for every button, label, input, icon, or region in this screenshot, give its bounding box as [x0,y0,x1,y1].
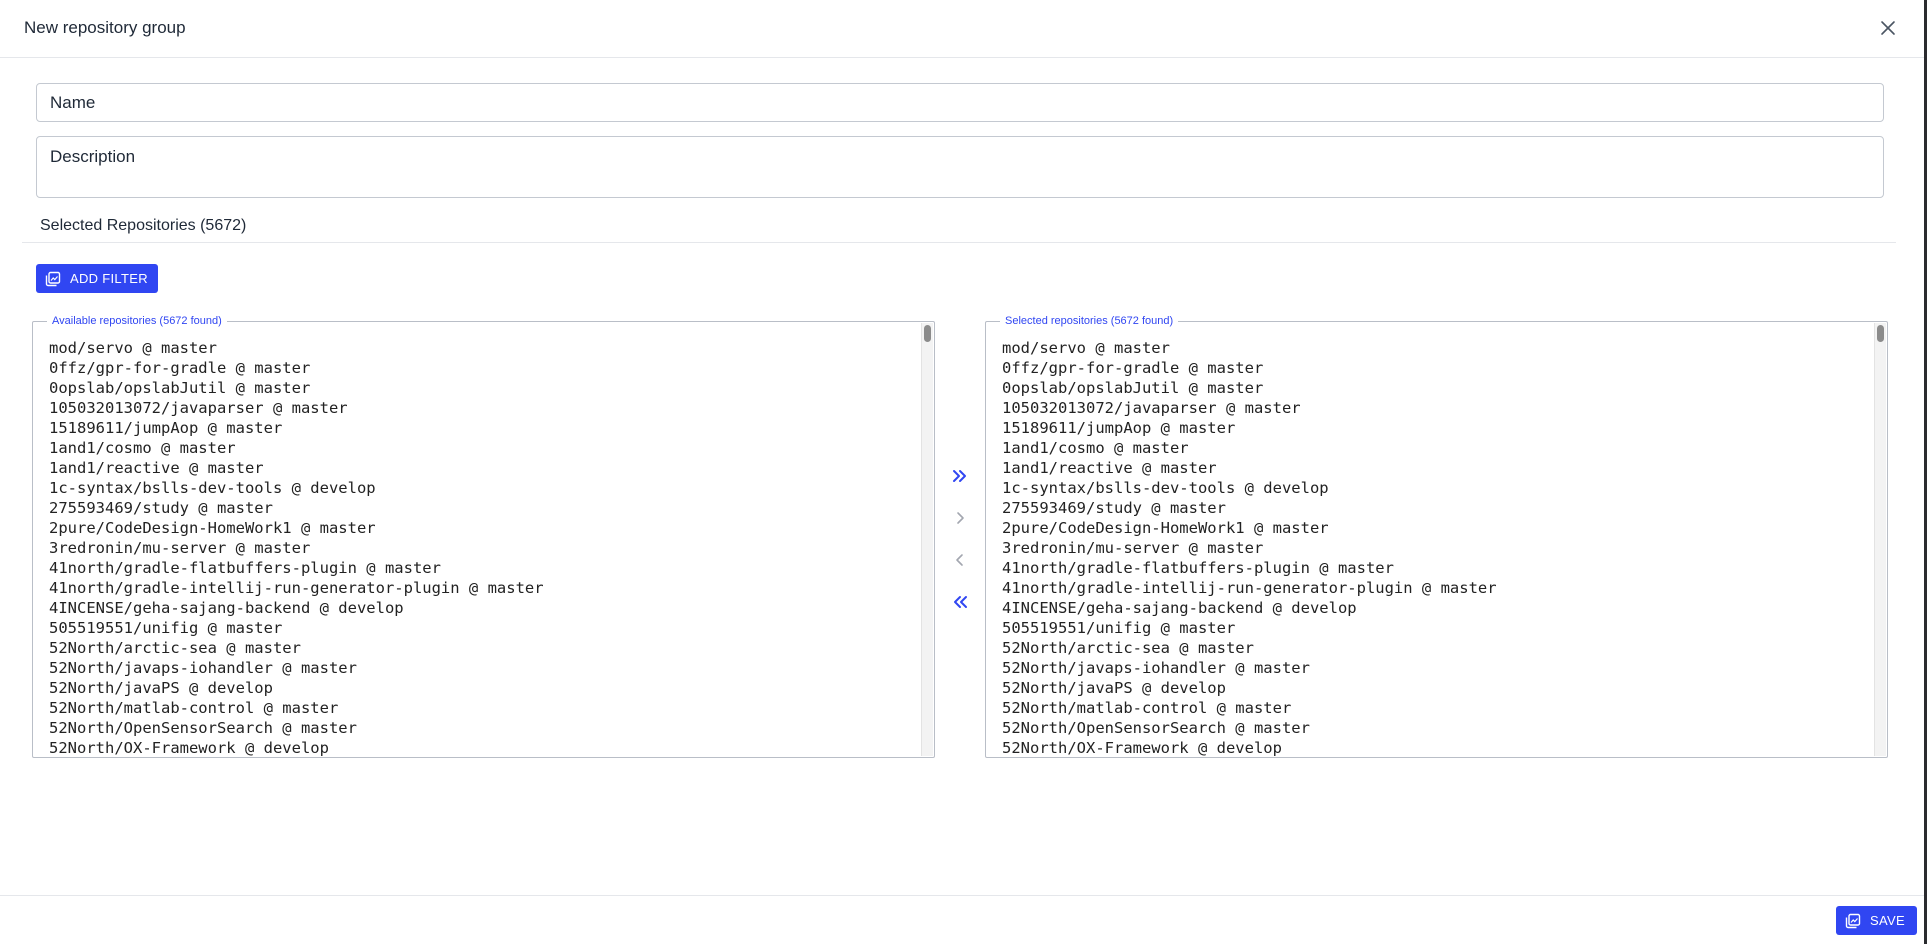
selected-repositories-title: Selected Repositories (5672) [40,217,247,234]
name-field[interactable]: Name [36,83,1884,122]
save-label: SAVE [1870,913,1905,928]
list-item[interactable]: 52North/OpenSensorSearch @ master [49,718,920,738]
list-item[interactable]: 1and1/cosmo @ master [1002,438,1873,458]
list-item[interactable]: 52North/matlab-control @ master [1002,698,1873,718]
list-item[interactable]: 0opslab/opslabJutil @ master [49,378,920,398]
selected-scroll-thumb[interactable] [1877,325,1884,342]
filter-stack-icon [1845,913,1861,928]
list-item[interactable]: 52North/matlab-control @ master [49,698,920,718]
list-item[interactable]: 505519551/unifig @ master [1002,618,1873,638]
list-item[interactable]: 52North/javaps-iohandler @ master [49,658,920,678]
add-filter-label: ADD FILTER [70,271,148,286]
double-chevron-right-icon [953,470,966,482]
list-item[interactable]: mod/servo @ master [1002,338,1873,358]
close-button[interactable] [1876,16,1900,40]
filter-stack-icon [45,271,61,286]
move-all-right-button[interactable] [946,462,974,490]
list-item[interactable]: 0ffz/gpr-for-gradle @ master [49,358,920,378]
list-item[interactable]: 0opslab/opslabJutil @ master [1002,378,1873,398]
double-chevron-left-icon [954,596,967,608]
chevron-right-icon [957,512,964,524]
available-repositories-list[interactable]: Available repositories (5672 found) mod/… [32,314,935,758]
list-item[interactable]: 52North/javaPS @ develop [49,678,920,698]
list-item[interactable]: 0ffz/gpr-for-gradle @ master [1002,358,1873,378]
new-repository-group-dialog: New repository group Name Description Se… [0,0,1924,944]
save-button[interactable]: SAVE [1836,906,1917,935]
dialog-title: New repository group [24,18,186,37]
list-item[interactable]: 2pure/CodeDesign-HomeWork1 @ master [1002,518,1873,538]
list-item[interactable]: 52North/arctic-sea @ master [49,638,920,658]
list-item[interactable]: 3redronin/mu-server @ master [49,538,920,558]
available-repositories-items[interactable]: mod/servo @ master 0ffz/gpr-for-gradle @ … [34,323,920,756]
selected-repositories-items[interactable]: mod/servo @ master 0ffz/gpr-for-gradle @ … [987,323,1873,756]
list-item[interactable]: 105032013072/javaparser @ master [49,398,920,418]
description-field[interactable]: Description [36,136,1884,198]
list-item[interactable]: 52North/OX-Framework @ develop [1002,738,1873,756]
dialog-header: New repository group [0,0,1924,58]
list-item[interactable]: mod/servo @ master [49,338,920,358]
list-item[interactable]: 52North/OpenSensorSearch @ master [1002,718,1873,738]
selected-scrollbar[interactable] [1874,323,1886,756]
list-item[interactable]: 1c-syntax/bslls-dev-tools @ develop [1002,478,1873,498]
list-item[interactable]: 41north/gradle-flatbuffers-plugin @ mast… [1002,558,1873,578]
move-right-button[interactable] [946,504,974,532]
footer-divider [0,895,1924,896]
add-filter-button[interactable]: ADD FILTER [36,264,158,293]
available-scroll-thumb[interactable] [924,325,931,342]
selected-repositories-list[interactable]: Selected repositories (5672 found) mod/s… [985,314,1888,758]
list-item[interactable]: 275593469/study @ master [49,498,920,518]
move-all-left-button[interactable] [946,588,974,616]
list-item[interactable]: 1c-syntax/bslls-dev-tools @ develop [49,478,920,498]
list-item[interactable]: 52North/OX-Framework @ develop [49,738,920,756]
section-divider [22,242,1896,243]
list-item[interactable]: 1and1/cosmo @ master [49,438,920,458]
move-left-button[interactable] [946,546,974,574]
list-item[interactable]: 52North/javaPS @ develop [1002,678,1873,698]
list-item[interactable]: 2pure/CodeDesign-HomeWork1 @ master [49,518,920,538]
list-item[interactable]: 4INCENSE/geha-sajang-backend @ develop [49,598,920,618]
list-item[interactable]: 15189611/jumpAop @ master [1002,418,1873,438]
list-item[interactable]: 41north/gradle-flatbuffers-plugin @ mast… [49,558,920,578]
list-item[interactable]: 41north/gradle-intellij-run-generator-pl… [1002,578,1873,598]
close-icon [1881,21,1895,35]
list-item[interactable]: 1and1/reactive @ master [49,458,920,478]
list-item[interactable]: 15189611/jumpAop @ master [49,418,920,438]
list-item[interactable]: 41north/gradle-intellij-run-generator-pl… [49,578,920,598]
list-item[interactable]: 505519551/unifig @ master [49,618,920,638]
list-item[interactable]: 4INCENSE/geha-sajang-backend @ develop [1002,598,1873,618]
chevron-left-icon [956,554,963,566]
list-item[interactable]: 52North/arctic-sea @ master [1002,638,1873,658]
list-item[interactable]: 1and1/reactive @ master [1002,458,1873,478]
available-scrollbar[interactable] [921,323,933,756]
list-item[interactable]: 52North/javaps-iohandler @ master [1002,658,1873,678]
list-item[interactable]: 105032013072/javaparser @ master [1002,398,1873,418]
list-item[interactable]: 275593469/study @ master [1002,498,1873,518]
list-item[interactable]: 3redronin/mu-server @ master [1002,538,1873,558]
